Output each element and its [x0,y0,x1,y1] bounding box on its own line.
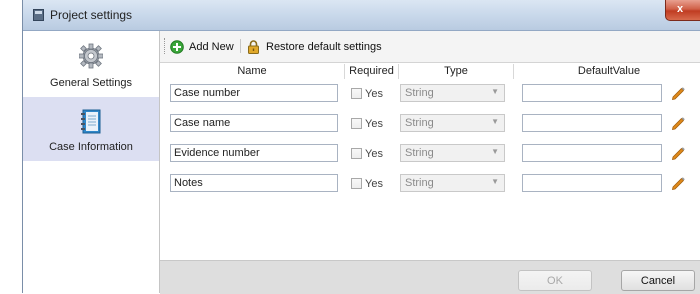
type-value: String [405,117,434,129]
required-checkbox[interactable] [351,178,362,189]
column-header-name[interactable]: Name [160,64,345,79]
column-header-type[interactable]: Type [399,64,514,79]
toolbar-grip[interactable] [164,38,167,54]
type-value: String [405,87,434,99]
required-label: Yes [365,118,383,130]
table-row: Yes String ▼ [160,80,700,110]
toolbar: Add New Restore default settings [160,34,700,58]
edit-pencil-icon[interactable] [670,84,686,100]
chevron-down-icon: ▼ [491,87,499,96]
table-row: Yes String ▼ [160,140,700,170]
sidebar-item-label: General Settings [50,77,132,89]
chevron-down-icon: ▼ [491,147,499,156]
field-name-input[interactable] [170,144,338,162]
field-name-input[interactable] [170,84,338,102]
ok-button[interactable]: OK [518,270,592,291]
default-value-input[interactable] [522,174,662,192]
toolbar-separator [240,39,241,53]
close-icon: x [676,3,684,15]
field-name-input[interactable] [170,114,338,132]
type-dropdown[interactable]: String ▼ [400,84,505,102]
type-dropdown[interactable]: String ▼ [400,144,505,162]
table-row: Yes String ▼ [160,170,700,200]
edit-pencil-icon[interactable] [670,144,686,160]
sidebar: General Settings Case Information [23,31,160,293]
edit-pencil-icon[interactable] [670,174,686,190]
column-header-default-value[interactable]: DefaultValue [514,64,700,79]
add-new-label: Add New [189,41,234,53]
default-value-input[interactable] [522,84,662,102]
type-value: String [405,147,434,159]
required-checkbox[interactable] [351,118,362,129]
sidebar-item-general-settings[interactable]: General Settings [23,33,159,97]
required-label: Yes [365,88,383,100]
required-checkbox[interactable] [351,148,362,159]
notebook-icon [81,109,101,134]
edit-pencil-icon[interactable] [670,114,686,130]
cancel-button[interactable]: Cancel [621,270,695,291]
type-value: String [405,177,434,189]
table-row: Yes String ▼ [160,110,700,140]
gear-icon [79,43,103,69]
field-name-input[interactable] [170,174,338,192]
add-new-button[interactable]: Add New [170,38,236,56]
lock-icon [248,40,259,54]
column-header-required[interactable]: Required [345,64,399,79]
sidebar-item-case-information[interactable]: Case Information [23,97,159,161]
title-bar[interactable]: Project settings x [23,0,700,31]
window-title: Project settings [50,8,133,22]
project-settings-window: Project settings x General Settings Case… [22,0,700,294]
restore-defaults-label: Restore default settings [266,41,382,53]
restore-defaults-button[interactable]: Restore default settings [247,38,397,56]
type-dropdown[interactable]: String ▼ [400,114,505,132]
type-dropdown[interactable]: String ▼ [400,174,505,192]
fields-grid: Yes String ▼ Yes String ▼ [160,80,700,260]
add-icon [170,40,184,54]
app-icon [33,9,44,21]
default-value-input[interactable] [522,144,662,162]
close-button[interactable]: x [665,0,700,21]
grid-header: Name Required Type DefaultValue [160,62,700,81]
required-label: Yes [365,148,383,160]
required-label: Yes [365,178,383,190]
dialog-footer: OK Cancel [160,260,700,294]
required-checkbox[interactable] [351,88,362,99]
sidebar-item-label: Case Information [49,141,133,153]
chevron-down-icon: ▼ [491,177,499,186]
chevron-down-icon: ▼ [491,117,499,126]
default-value-input[interactable] [522,114,662,132]
